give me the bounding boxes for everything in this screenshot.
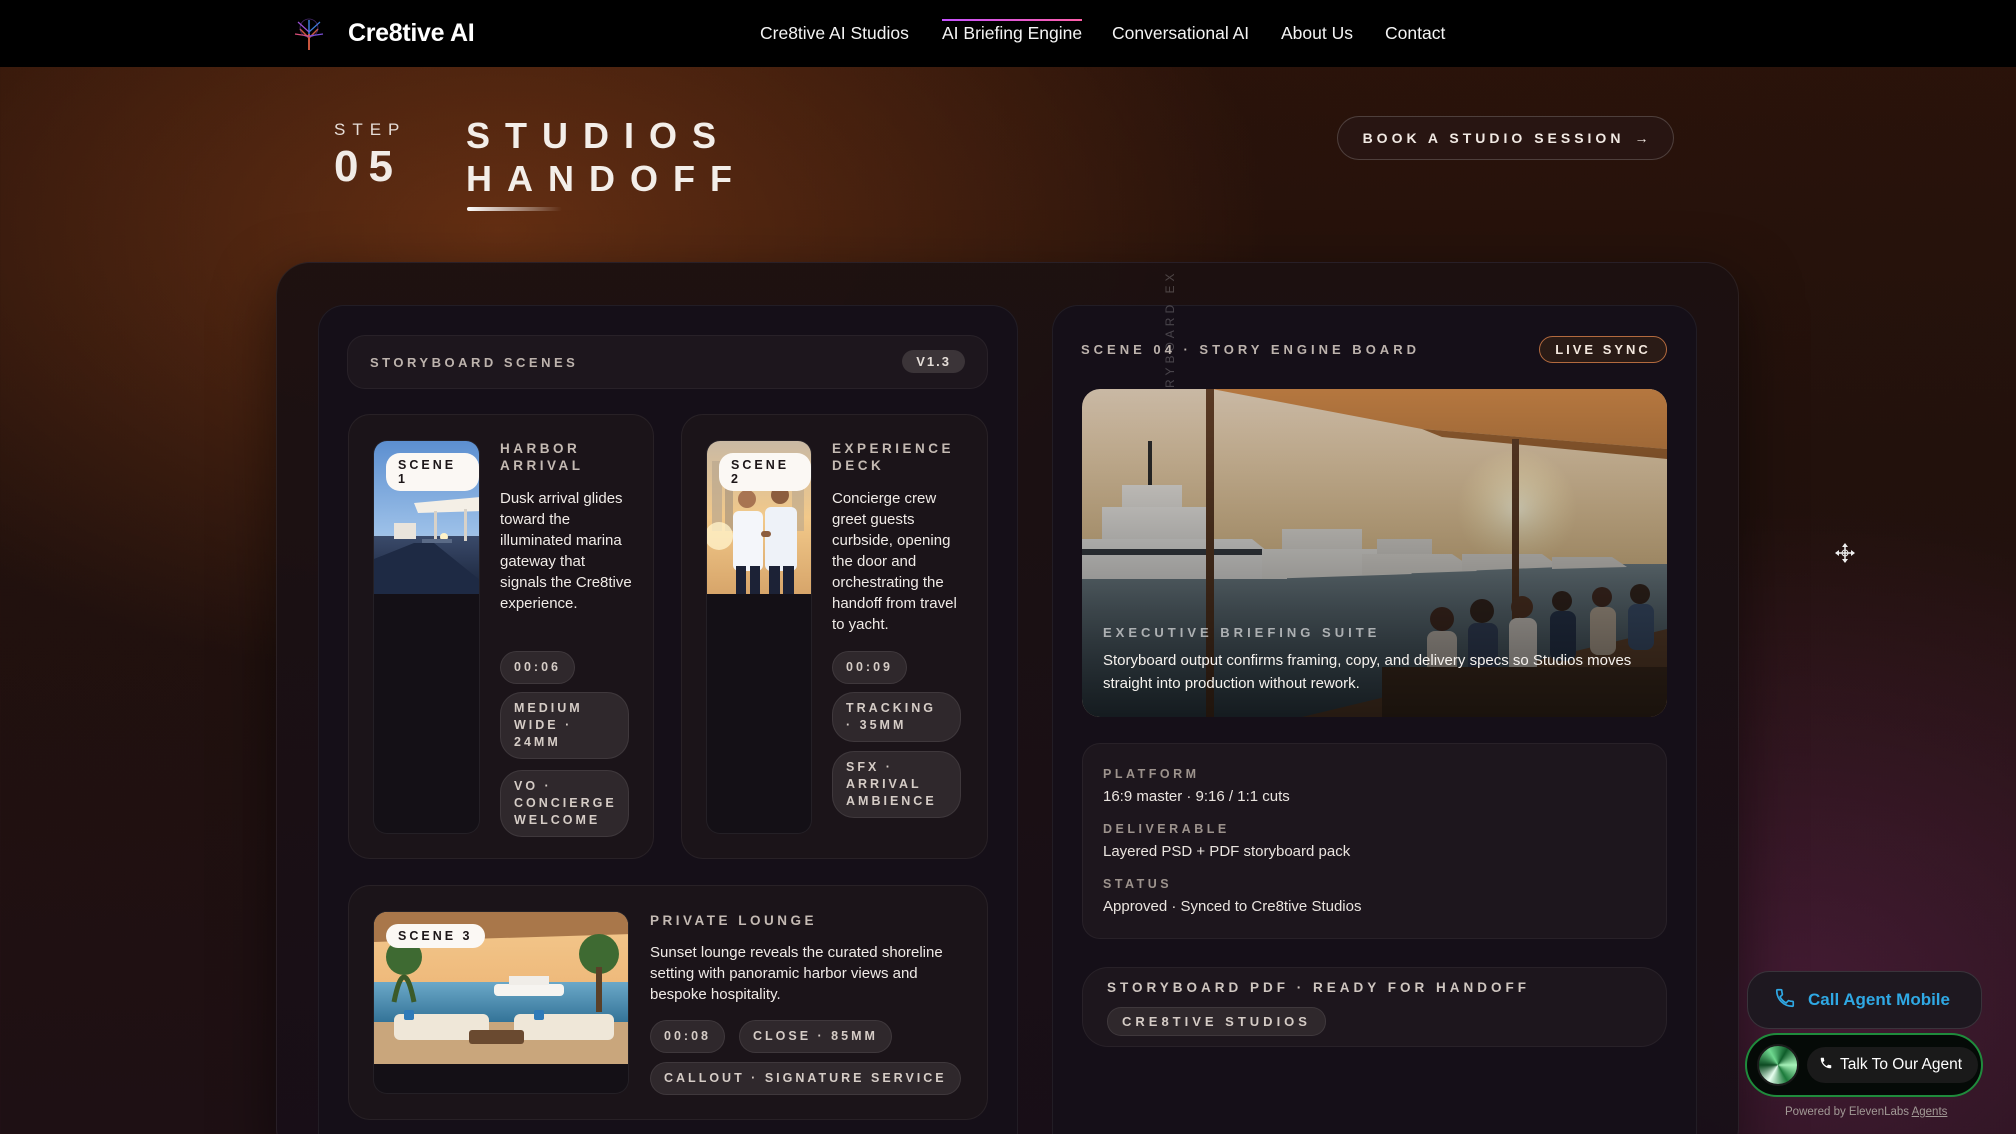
move-cursor-icon (1834, 542, 1856, 564)
scene-3-audio-chip: CALLOUT · SIGNATURE SERVICE (650, 1062, 961, 1095)
tree-logo-icon[interactable] (290, 14, 328, 52)
book-button-label: BOOK A STUDIO SESSION (1362, 130, 1625, 146)
agent-widget: Talk To Our Agent (1745, 1033, 1983, 1097)
agents-link[interactable]: Agents (1912, 1106, 1948, 1118)
pdf-handoff-title: STORYBOARD PDF · READY FOR HANDOFF (1107, 980, 1531, 995)
scene-2-thumbnail-frame: SCENE 2 (706, 440, 812, 834)
scene-3-shot-chip: CLOSE · 85MM (739, 1020, 892, 1053)
status-label: STATUS (1103, 877, 1173, 891)
call-agent-mobile-button[interactable]: Call Agent Mobile (1747, 971, 1982, 1029)
powered-by-text: Powered by ElevenLabs Agents (1785, 1106, 1948, 1118)
scene-1-description: Dusk arrival glides toward the illuminat… (500, 490, 632, 612)
scene-1-title: HARBOR ARRIVAL (500, 441, 584, 473)
scene-2-audio-chip: SFX · ARRIVAL AMBIENCE (832, 751, 961, 818)
agent-orb-icon (1757, 1044, 1799, 1086)
phone-icon (1819, 1056, 1833, 1075)
scene-1-duration-chip: 00:06 (500, 651, 575, 684)
vertical-label: RYBOARD EX (1163, 269, 1177, 388)
scene-3-duration-chip: 00:08 (650, 1020, 725, 1053)
scene-3-title: PRIVATE LOUNGE (650, 913, 818, 928)
title-underline (467, 207, 562, 211)
top-nav: Cre8tive AI Cre8tive AI Studios AI Brief… (0, 0, 2016, 67)
deliverable-value: Layered PSD + PDF storyboard pack (1103, 843, 1351, 860)
deliverable-label: DELIVERABLE (1103, 822, 1230, 836)
scene-1-thumbnail-frame: SCENE 1 (373, 440, 480, 834)
phone-icon (1774, 987, 1796, 1014)
step-number: 05 (334, 142, 403, 191)
nav-link-conversational-ai[interactable]: Conversational AI (1112, 23, 1249, 44)
status-value: Approved · Synced to Cre8tive Studios (1103, 898, 1362, 915)
scene-3-thumbnail-frame: SCENE 3 (373, 911, 629, 1094)
hero-caption: Storyboard output confirms framing, copy… (1103, 652, 1632, 692)
book-studio-session-button[interactable]: BOOK A STUDIO SESSION → (1337, 116, 1674, 160)
scene-3-badge: SCENE 3 (386, 924, 485, 948)
scene-3-description: Sunset lounge reveals the curated shorel… (650, 944, 943, 1003)
board-title: SCENE 04 · STORY ENGINE BOARD (1081, 342, 1420, 357)
brand-name[interactable]: Cre8tive AI (348, 19, 475, 48)
scene-1-badge: SCENE 1 (386, 453, 479, 491)
nav-link-contact[interactable]: Contact (1385, 23, 1445, 44)
platform-value: 16:9 master · 9:16 / 1:1 cuts (1103, 788, 1290, 805)
talk-to-agent-label: Talk To Our Agent (1840, 1056, 1963, 1073)
studios-chip: CRE8TIVE STUDIOS (1107, 1007, 1326, 1036)
scene-2-title: EXPERIENCE DECK (832, 441, 955, 473)
hero-kicker: EXECUTIVE BRIEFING SUITE (1103, 625, 1381, 640)
nav-link-about[interactable]: About Us (1281, 23, 1353, 44)
scene-2-description: Concierge crew greet guests curbside, op… (832, 490, 957, 633)
call-agent-label: Call Agent Mobile (1808, 990, 1950, 1009)
scene-2-badge: SCENE 2 (719, 453, 811, 491)
scene-2-duration-chip: 00:09 (832, 651, 907, 684)
live-sync-badge: LIVE SYNC (1539, 336, 1667, 363)
storyboard-header-title: STORYBOARD SCENES (370, 355, 579, 370)
page-title-line1: STUDIOS (466, 115, 732, 156)
version-badge: V1.3 (902, 350, 965, 373)
scene-1-shot-chip: MEDIUM WIDE · 24MM (500, 692, 629, 759)
storyboard-header: STORYBOARD SCENES V1.3 (347, 335, 988, 389)
scene-1-audio-chip: VO · CONCIERGE WELCOME (500, 770, 629, 837)
talk-to-agent-button[interactable]: Talk To Our Agent (1807, 1047, 1979, 1083)
page-title-line2: HANDOFF (466, 158, 747, 199)
scene-2-shot-chip: TRACKING · 35MM (832, 692, 961, 742)
nav-link-studios[interactable]: Cre8tive AI Studios (760, 23, 909, 44)
step-label: STEP (334, 120, 407, 139)
arrow-right-icon: → (1634, 130, 1649, 146)
nav-link-briefing-engine[interactable]: AI Briefing Engine (942, 19, 1083, 44)
platform-label: PLATFORM (1103, 767, 1200, 781)
